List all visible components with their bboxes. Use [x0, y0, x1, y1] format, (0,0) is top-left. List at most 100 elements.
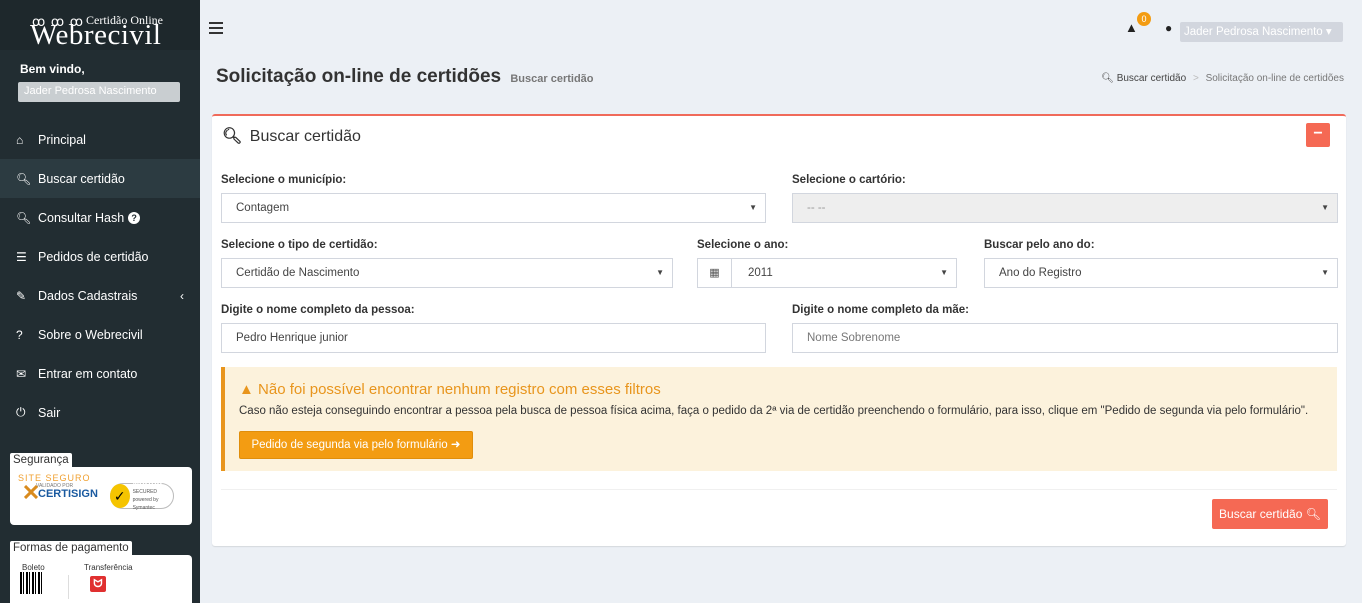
sidebar-item-buscar-certidao[interactable]: 🔍︎ Buscar certidão: [0, 159, 200, 198]
collapse-button[interactable]: −: [1306, 123, 1330, 147]
sidebar-item-dados-cadastrais[interactable]: ✎ Dados Cadastrais ‹: [0, 276, 200, 315]
tipo-certidao-label: Selecione o tipo de certidão:: [221, 239, 378, 251]
security-badges: SITE SEGURO VALIDADO POR CERTISIGN ✓ Nor…: [10, 467, 192, 525]
divider: [68, 575, 69, 599]
calendar-icon: ▦: [698, 259, 732, 287]
security-panel: Segurança SITE SEGURO VALIDADO POR CERTI…: [10, 452, 192, 525]
envelope-icon: ✉: [16, 366, 27, 381]
sidebar-item-consultar-hash[interactable]: 🔍︎ Consultar Hash ?: [0, 198, 200, 237]
cartorio-label: Selecione o cartório:: [792, 174, 906, 186]
nome-pessoa-input[interactable]: Pedro Henrique junior: [221, 323, 766, 353]
welcome-text: Bem vindo,: [20, 62, 85, 76]
municipio-select[interactable]: Contagem ▼: [221, 193, 766, 223]
sidebar-toggle-icon[interactable]: [209, 22, 223, 37]
sidebar-item-label: Buscar certidão: [38, 171, 125, 186]
ano-label: Selecione o ano:: [697, 239, 789, 251]
municipio-label: Selecione o município:: [221, 174, 347, 186]
segunda-via-button[interactable]: Pedido de segunda via pelo formulário ➜: [239, 431, 473, 459]
cartorio-value: -- --: [807, 202, 826, 214]
certisign-seal[interactable]: SITE SEGURO VALIDADO POR CERTISIGN: [18, 473, 98, 500]
boleto-label: Boleto: [22, 563, 45, 572]
sidebar-item-sair[interactable]: ⏻ Sair: [0, 393, 200, 432]
arrow-circle-right-icon: ➜: [450, 439, 461, 451]
search-icon: 🔍︎: [1305, 507, 1321, 521]
segunda-via-label: Pedido de segunda via pelo formulário: [251, 439, 448, 451]
search-icon: 🔍︎: [222, 128, 243, 145]
page-title-text: Solicitação on-line de certidões: [216, 66, 502, 87]
user-icon: ●: [1165, 21, 1173, 35]
caret-down-icon: ▼: [1321, 268, 1329, 277]
sidebar-item-label: Consultar Hash: [38, 210, 125, 225]
warning-text: Caso não esteja conseguindo encontrar a …: [239, 405, 1309, 417]
box-title: 🔍︎ Buscar certidão: [222, 126, 361, 146]
sidebar-menu: ⌂ Principal 🔍︎ Buscar certidão 🔍︎ Consul…: [0, 120, 200, 432]
breadcrumb-search-icon: 🔍︎: [1101, 73, 1114, 84]
check-icon: ✓: [110, 484, 130, 508]
logo[interactable]: ꝏ ꝏ ꝏ Certidão Online Webrecivil: [0, 0, 200, 51]
user-menu[interactable]: Jader Pedrosa Nascimento ▾: [1180, 22, 1343, 42]
search-box: 🔍︎ Buscar certidão − Selecione o municíp…: [212, 114, 1346, 546]
nome-pessoa-value: Pedro Henrique junior: [236, 332, 348, 344]
certisign-line3: CERTISIGN: [38, 488, 98, 500]
sidebar-item-principal[interactable]: ⌂ Principal: [0, 120, 200, 159]
nome-pessoa-label: Digite o nome completo da pessoa:: [221, 304, 415, 316]
certisign-x-icon: [24, 485, 38, 499]
breadcrumb: 🔍︎ Buscar certidão > Solicitação on-line…: [1101, 73, 1344, 84]
caret-down-icon: ▼: [1321, 203, 1329, 212]
sidebar-item-label: Dados Cadastrais: [38, 288, 138, 303]
user-panel: Bem vindo, Jader Pedrosa Nascimento: [0, 50, 200, 120]
warning-icon: ▲: [239, 381, 254, 398]
nome-mae-label: Digite o nome completo da mãe:: [792, 304, 969, 316]
question-circle-icon[interactable]: ?: [128, 211, 141, 224]
payment-label: Formas de pagamento: [10, 541, 132, 555]
sidebar-item-label: Pedidos de certidão: [38, 249, 149, 264]
breadcrumb-separator: >: [1192, 73, 1199, 84]
norton-seal[interactable]: ✓ Norton SECURED powered by Symantec: [110, 480, 174, 512]
home-icon: ⌂: [16, 132, 24, 147]
chevron-left-icon: ‹: [180, 288, 184, 303]
sidebar-item-label: Sair: [38, 405, 61, 420]
page-subtitle: Buscar certidão: [510, 73, 594, 85]
warning-icon[interactable]: ▲: [1125, 20, 1138, 35]
norton-line2: SECURED: [132, 489, 158, 495]
power-icon: ⏻: [16, 405, 26, 419]
warning-title: ▲ Não foi possível encontrar nenhum regi…: [239, 381, 661, 398]
question-icon: ?: [16, 327, 23, 342]
divider: [221, 489, 1337, 490]
box-title-text: Buscar certidão: [249, 128, 361, 145]
security-label: Segurança: [10, 453, 72, 467]
page-title: Solicitação on-line de certidões Buscar …: [216, 66, 594, 88]
logo-title: Webrecivil: [30, 19, 162, 51]
breadcrumb-link[interactable]: Buscar certidão: [1117, 73, 1186, 84]
nome-mae-input[interactable]: Nome Sobrenome: [792, 323, 1338, 353]
payment-panel: Formas de pagamento Boleto Transferência…: [10, 540, 192, 603]
payment-methods: Boleto Transferência ᗢ: [10, 555, 192, 603]
cartorio-select[interactable]: -- -- ▼: [792, 193, 1338, 223]
barcode-icon: [20, 572, 42, 594]
ano-select[interactable]: ▦ 2011 ▼: [697, 258, 957, 288]
sidebar-item-label: Principal: [38, 132, 86, 147]
breadcrumb-current: Solicitação on-line de certidões: [1205, 73, 1344, 84]
sidebar-item-pedidos[interactable]: ☰ Pedidos de certidão: [0, 237, 200, 276]
buscar-ano-label: Buscar pelo ano do:: [984, 239, 1095, 251]
buscar-ano-value: Ano do Registro: [999, 267, 1082, 279]
search-icon: 🔍︎: [16, 210, 32, 225]
sidebar-item-sobre[interactable]: ? Sobre o Webrecivil: [0, 315, 200, 354]
norton-line3: powered by Symantec: [132, 497, 159, 511]
caret-down-icon: ▼: [940, 268, 948, 277]
buscar-ano-select[interactable]: Ano do Registro ▼: [984, 258, 1338, 288]
bank-transfer-icon: ᗢ: [90, 576, 106, 592]
nome-mae-placeholder: Nome Sobrenome: [807, 332, 901, 344]
search-icon: 🔍︎: [16, 171, 32, 186]
notification-badge: 0: [1137, 12, 1151, 26]
sidebar-item-contato[interactable]: ✉ Entrar em contato: [0, 354, 200, 393]
norton-text: Norton SECURED powered by Symantec: [133, 480, 173, 512]
municipio-value: Contagem: [236, 202, 290, 214]
user-name: Jader Pedrosa Nascimento: [1184, 26, 1323, 38]
edit-icon: ✎: [16, 288, 27, 303]
transferencia-label: Transferência: [84, 563, 133, 572]
top-navbar: ▲ 0 ● Jader Pedrosa Nascimento ▾: [200, 0, 1362, 50]
tipo-certidao-value: Certidão de Nascimento: [236, 267, 360, 279]
tipo-certidao-select[interactable]: Certidão de Nascimento ▼: [221, 258, 673, 288]
buscar-certidao-button[interactable]: Buscar certidão 🔍︎: [1212, 499, 1328, 529]
